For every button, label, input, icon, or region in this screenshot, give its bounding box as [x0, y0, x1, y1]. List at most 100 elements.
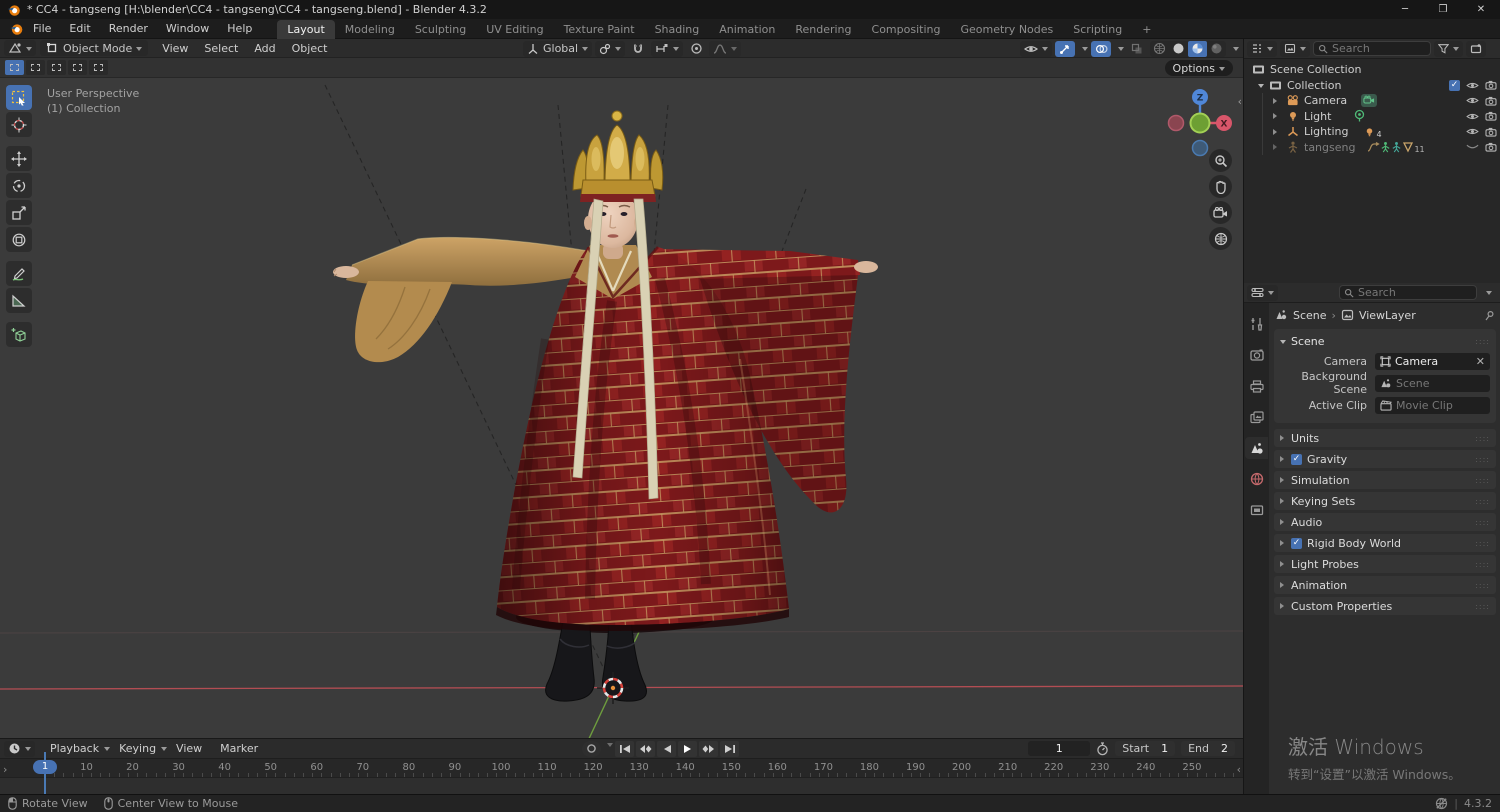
viewport-menu-view[interactable]: View	[154, 42, 196, 55]
character-model-tangseng[interactable]	[333, 110, 878, 702]
blender-menu-icon[interactable]	[9, 22, 24, 36]
menu-edit[interactable]: Edit	[60, 22, 99, 35]
menu-help[interactable]: Help	[218, 22, 261, 35]
gravity-checkbox[interactable]: ✓	[1291, 453, 1302, 465]
timeline-ruler[interactable]: › ‹ 10 20 30 40 50 60 70 80 90 100 110 120 130 140 150…	[0, 759, 1243, 778]
workspace-tab-uv-editing[interactable]: UV Editing	[476, 20, 553, 39]
maximize-button[interactable]: ❒	[1424, 0, 1462, 19]
workspace-tab-geometry-nodes[interactable]: Geometry Nodes	[950, 20, 1063, 39]
outliner-row-lighting[interactable]: Lighting 4	[1263, 124, 1500, 140]
disable-render-camera-icon[interactable]	[1485, 127, 1497, 137]
hide-eye-icon[interactable]	[1466, 81, 1479, 90]
workspace-tab-modeling[interactable]: Modeling	[335, 20, 405, 39]
workspace-tab-shading[interactable]: Shading	[645, 20, 710, 39]
panel-custom-properties[interactable]: Custom Properties::::	[1274, 597, 1496, 615]
expand-chevron-icon[interactable]	[1273, 97, 1280, 104]
outliner-editor-type-button[interactable]	[1247, 40, 1277, 57]
panel-units[interactable]: Units::::	[1274, 429, 1496, 447]
select-mode-subtract-button[interactable]	[47, 60, 66, 75]
tab-tool[interactable]	[1245, 313, 1268, 335]
outliner-row-scene-collection[interactable]: Scene Collection	[1244, 62, 1500, 78]
breadcrumb-scene[interactable]: Scene	[1293, 309, 1327, 322]
expand-chevron-icon[interactable]	[1273, 128, 1280, 135]
panel-light-probes[interactable]: Light Probes::::	[1274, 555, 1496, 573]
zoom-button[interactable]	[1209, 149, 1232, 172]
menu-window[interactable]: Window	[157, 22, 218, 35]
proportional-editing-toggle[interactable]	[686, 40, 707, 57]
workspace-tab-compositing[interactable]: Compositing	[862, 20, 951, 39]
select-mode-invert-button[interactable]	[68, 60, 87, 75]
shading-solid-button[interactable]	[1169, 41, 1188, 57]
stopwatch-icon[interactable]	[1096, 741, 1109, 756]
viewport-menu-select[interactable]: Select	[196, 42, 246, 55]
object-type-visibility-dropdown[interactable]	[1020, 40, 1052, 57]
select-mode-extend-button[interactable]	[26, 60, 45, 75]
panel-drag-dots[interactable]: ::::	[1475, 337, 1490, 346]
tool-cursor[interactable]	[6, 112, 32, 137]
shading-material-button[interactable]	[1188, 40, 1207, 57]
tool-scale[interactable]	[6, 200, 32, 225]
camera-field[interactable]: Camera ✕	[1375, 352, 1490, 370]
options-button[interactable]: Options	[1164, 60, 1233, 76]
end-frame-field[interactable]: End 2	[1181, 741, 1235, 756]
tab-world[interactable]	[1245, 468, 1268, 490]
viewport-menu-object[interactable]: Object	[284, 42, 336, 55]
falloff-dropdown[interactable]	[709, 40, 742, 57]
tool-move[interactable]	[6, 146, 32, 171]
snap-toggle[interactable]	[628, 40, 649, 57]
hide-eye-icon[interactable]	[1466, 96, 1479, 105]
timeline-menu-view[interactable]: View	[167, 742, 211, 755]
tool-select-box[interactable]	[6, 85, 32, 110]
jump-to-start-button[interactable]	[615, 740, 634, 757]
select-mode-intersect-button[interactable]	[89, 60, 108, 75]
previous-keyframe-button[interactable]	[636, 740, 655, 757]
expand-chevron-icon[interactable]	[1273, 113, 1280, 120]
tab-scene[interactable]	[1245, 437, 1268, 459]
panel-audio[interactable]: Audio::::	[1274, 513, 1496, 531]
auto-keying-toggle[interactable]	[582, 740, 601, 757]
outliner-row-collection[interactable]: Collection ✓	[1244, 78, 1500, 94]
viewport-canvas[interactable]	[0, 78, 1243, 738]
xray-toggle[interactable]	[1127, 40, 1147, 57]
panel-animation[interactable]: Animation::::	[1274, 576, 1496, 594]
panel-rigid-body-world[interactable]: ✓ Rigid Body World::::	[1274, 534, 1496, 552]
timeline-menu-keying[interactable]: Keying	[110, 742, 165, 755]
tab-collection-props[interactable]	[1245, 499, 1268, 521]
sidebar-collapse-arrow[interactable]: ‹	[1238, 95, 1242, 108]
menu-file[interactable]: File	[24, 22, 60, 35]
properties-editor-type-button[interactable]	[1247, 284, 1278, 301]
menu-render[interactable]: Render	[100, 22, 157, 35]
panel-simulation[interactable]: Simulation::::	[1274, 471, 1496, 489]
viewport-menu-add[interactable]: Add	[246, 42, 283, 55]
current-frame-field[interactable]: 1	[1028, 741, 1091, 756]
collection-checkbox[interactable]: ✓	[1449, 79, 1460, 91]
panel-keying-sets[interactable]: Keying Sets::::	[1274, 492, 1496, 510]
workspace-tab-scripting[interactable]: Scripting	[1063, 20, 1132, 39]
close-button[interactable]: ✕	[1462, 0, 1500, 19]
tab-render[interactable]	[1245, 344, 1268, 366]
select-mode-new-button[interactable]	[5, 60, 24, 75]
jump-to-end-button[interactable]	[720, 740, 739, 757]
gizmo-z-neg-axis[interactable]	[1191, 139, 1209, 157]
navigation-gizmo[interactable]: Z X Y	[1163, 83, 1237, 157]
current-frame-badge[interactable]: 1	[33, 760, 57, 774]
expand-chevron-icon[interactable]	[1273, 144, 1280, 151]
play-reverse-button[interactable]	[657, 740, 676, 757]
tab-view-layer[interactable]	[1245, 406, 1268, 428]
pin-icon[interactable]	[1484, 310, 1495, 321]
disable-render-camera-icon[interactable]	[1485, 142, 1497, 152]
tool-rotate[interactable]	[6, 173, 32, 198]
tool-transform[interactable]	[6, 227, 32, 252]
rigid-body-world-checkbox[interactable]: ✓	[1291, 537, 1302, 549]
camera-clear-button[interactable]: ✕	[1476, 355, 1485, 368]
breadcrumb-viewlayer[interactable]: ViewLayer	[1359, 309, 1416, 322]
timeline-track-area[interactable]	[0, 778, 1243, 794]
gizmo-x-neg-axis[interactable]	[1167, 114, 1185, 132]
mode-dropdown[interactable]: Object Mode	[40, 40, 149, 56]
timeline-menu-playback[interactable]: Playback	[41, 742, 108, 755]
scene-panel-header[interactable]: Scene ::::	[1280, 333, 1490, 349]
outliner-row-tangseng[interactable]: tangseng 11	[1263, 140, 1500, 156]
disable-render-camera-icon[interactable]	[1485, 80, 1497, 90]
shading-rendered-button[interactable]	[1207, 41, 1226, 57]
outliner-search-input[interactable]: Search	[1313, 41, 1431, 56]
